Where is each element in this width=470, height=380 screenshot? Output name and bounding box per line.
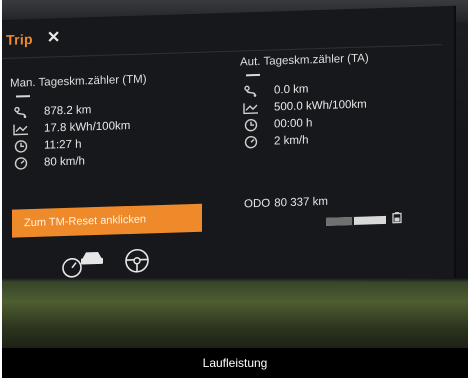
distance-icon: [240, 84, 262, 97]
time-value: 11:27 h: [44, 138, 82, 152]
distance-icon: [10, 106, 32, 119]
auto-trip-title: Aut. Tageskm.zähler (TA): [240, 52, 369, 69]
dashboard-photo: Trip ✕ Man. Tageskm.zähler (TM) 878.2 km: [2, 0, 468, 348]
caption-text: Laufleistung: [202, 356, 268, 370]
battery-icon: [392, 211, 402, 226]
trip-tab-title[interactable]: Trip: [6, 31, 33, 48]
steering-assist-icon[interactable]: [122, 245, 152, 281]
speedometer-icon: [10, 156, 32, 171]
charge-gauge-fill: [326, 216, 353, 226]
odometer-value: 80 337 km: [274, 195, 328, 210]
consumption-value: 500.0 kWh/100km: [274, 98, 367, 113]
screenshot-frame: Trip ✕ Man. Tageskm.zähler (TM) 878.2 km: [0, 0, 470, 380]
odometer: ODO 80 337 km: [244, 196, 328, 211]
consumption-icon: [240, 101, 262, 114]
auto-trip-panel: Aut. Tageskm.zähler (TA) 0.0 km 500.0 kW…: [240, 50, 440, 150]
close-icon[interactable]: ✕: [47, 29, 60, 46]
speedometer-icon: [240, 134, 262, 149]
manual-trip-panel: Man. Tageskm.zähler (TM) 878.2 km 17.8 k…: [10, 71, 220, 172]
caption-bar: Laufleistung: [2, 348, 468, 378]
speed-value: 80 km/h: [44, 154, 85, 169]
consumption-value: 17.8 kWh/100km: [44, 119, 131, 135]
dashboard-lower-panel: [2, 282, 468, 348]
trip-header: Trip ✕: [6, 29, 60, 48]
infotainment-screen: Trip ✕ Man. Tageskm.zähler (TM) 878.2 km: [2, 5, 456, 292]
clock-icon: [10, 139, 32, 154]
tm-reset-button[interactable]: Zum TM-Reset anklicken: [12, 203, 202, 238]
clock-icon: [240, 117, 262, 132]
divider-dash: [246, 73, 260, 77]
divider-dash: [16, 95, 30, 98]
speed-value: 2 km/h: [274, 133, 309, 147]
consumption-icon: [10, 123, 32, 136]
time-value: 00:00 h: [274, 116, 313, 130]
charge-gauge: [326, 215, 386, 227]
distance-value: 0.0 km: [274, 82, 309, 96]
odometer-label: ODO: [244, 197, 271, 211]
manual-trip-title: Man. Tageskm.zähler (TM): [10, 73, 147, 90]
distance-value: 878.2 km: [44, 103, 92, 118]
charge-gauge-marker: [352, 215, 354, 227]
